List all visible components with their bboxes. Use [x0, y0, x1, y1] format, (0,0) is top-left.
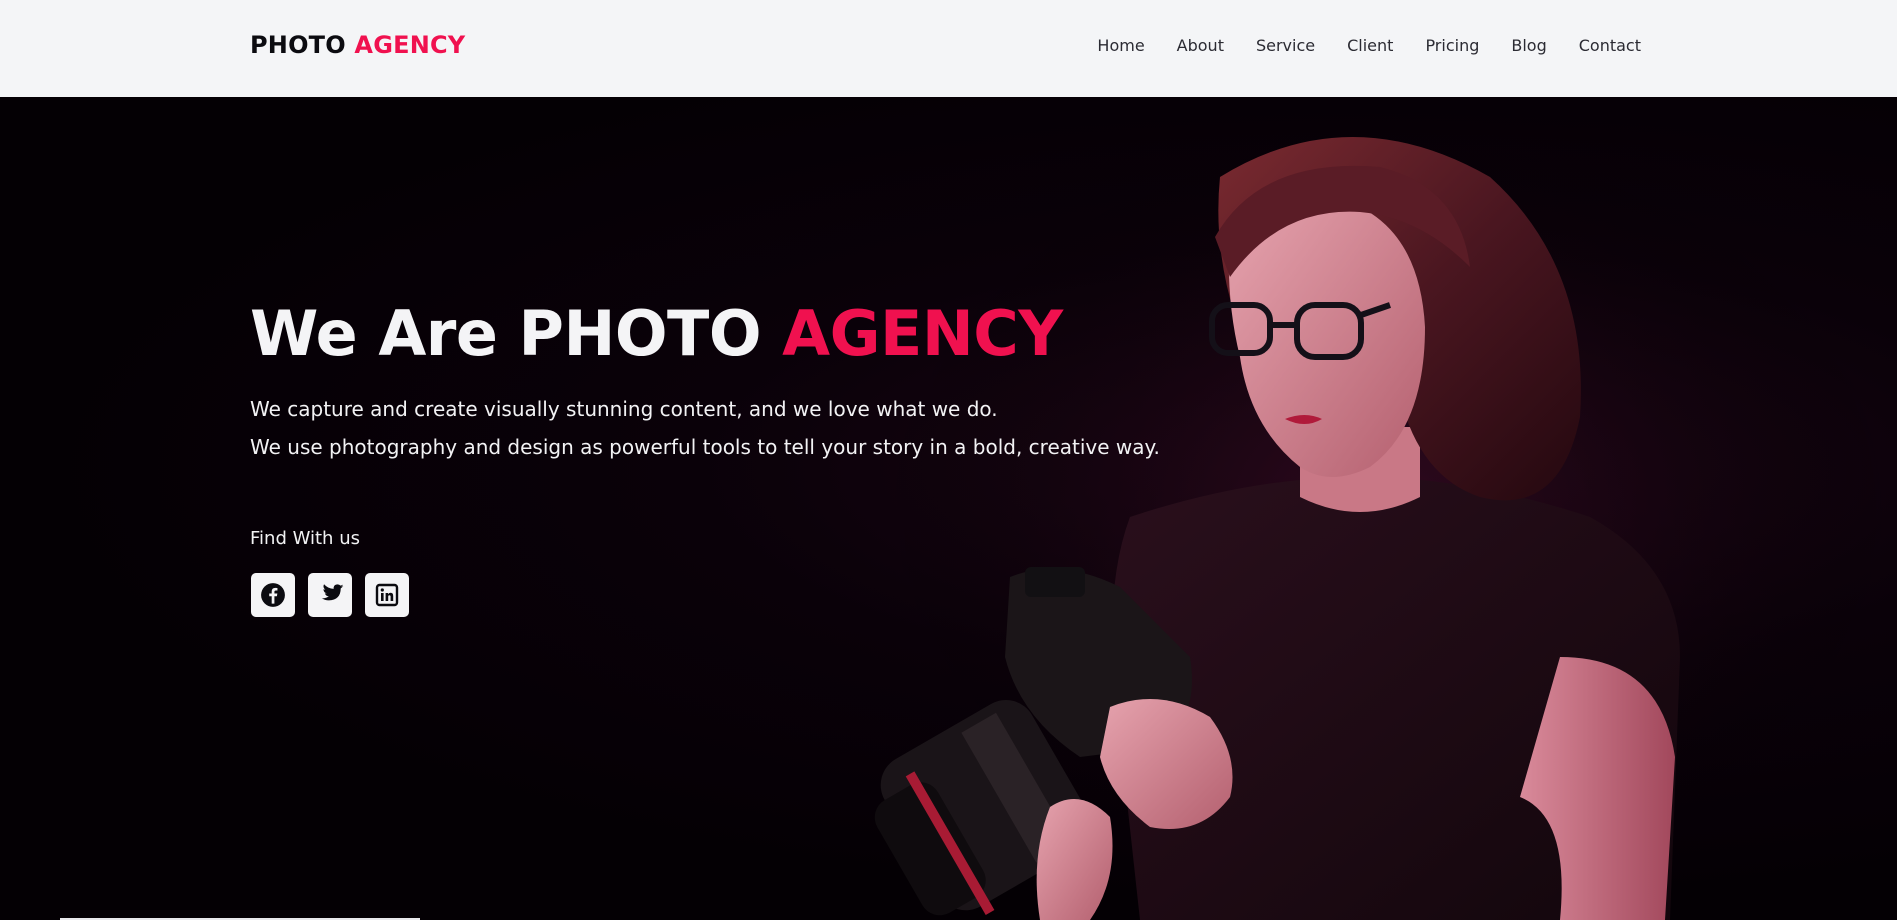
hero-section: We Are PHOTO AGENCY We capture and creat…	[0, 97, 1897, 920]
nav-service[interactable]: Service	[1256, 36, 1315, 55]
hero-photographer-image	[870, 97, 1897, 920]
hero-tagline-1: We capture and create visually stunning …	[250, 397, 998, 421]
twitter-button[interactable]	[308, 573, 352, 617]
hero-title: We Are PHOTO AGENCY	[250, 297, 1063, 370]
navbar: PHOTO AGENCY Home About Service Client P…	[0, 0, 1897, 97]
nav-home[interactable]: Home	[1097, 36, 1144, 55]
nav-pricing[interactable]: Pricing	[1425, 36, 1479, 55]
hero-tagline-2: We use photography and design as powerfu…	[250, 435, 1160, 459]
find-with-us-label: Find With us	[250, 528, 360, 549]
linkedin-icon	[375, 583, 399, 607]
main-nav: Home About Service Client Pricing Blog C…	[1065, 36, 1641, 55]
nav-client[interactable]: Client	[1347, 36, 1393, 55]
nav-contact[interactable]: Contact	[1579, 36, 1641, 55]
brand-name-part2: AGENCY	[354, 31, 466, 59]
hero-title-part1: We Are PHOTO	[250, 297, 762, 370]
hero-title-accent: AGENCY	[782, 297, 1063, 370]
brand-logo[interactable]: PHOTO AGENCY	[250, 31, 465, 59]
twitter-icon	[321, 584, 344, 601]
nav-blog[interactable]: Blog	[1511, 36, 1546, 55]
facebook-icon	[261, 583, 285, 607]
nav-about[interactable]: About	[1177, 36, 1224, 55]
brand-name-part1: PHOTO	[250, 31, 346, 59]
facebook-button[interactable]	[251, 573, 295, 617]
linkedin-button[interactable]	[365, 573, 409, 617]
social-links	[251, 573, 409, 617]
